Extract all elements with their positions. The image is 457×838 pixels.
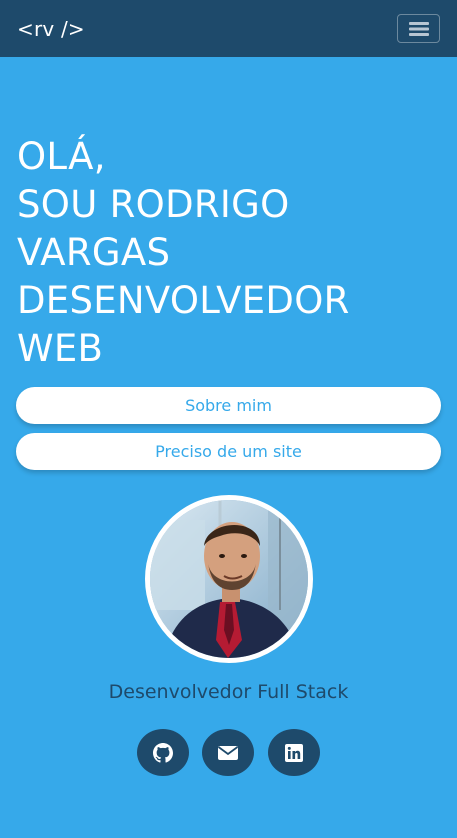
hero-line-surname: VARGAS xyxy=(17,231,171,274)
hero-line-name: SOU RODRIGO xyxy=(17,183,290,226)
navbar-toggler-button[interactable] xyxy=(397,14,440,43)
hamburger-menu-icon xyxy=(408,21,429,36)
github-link-button[interactable] xyxy=(137,729,189,776)
profile-photo xyxy=(150,500,308,658)
hero-line-role: DESENVOLVEDOR xyxy=(17,279,350,322)
github-icon xyxy=(153,742,173,763)
navbar: <rv /> xyxy=(0,0,457,57)
linkedin-link-button[interactable] xyxy=(268,729,320,776)
profile-subtitle: Desenvolvedor Full Stack xyxy=(108,681,349,703)
hero-heading: OLÁ, SOU RODRIGO VARGAS DESENVOLVEDOR WE… xyxy=(17,133,447,373)
linkedin-icon xyxy=(285,743,303,762)
email-link-button[interactable] xyxy=(202,729,254,776)
need-site-button[interactable]: Preciso de um site xyxy=(16,433,441,470)
hero-line-web: WEB xyxy=(17,327,104,370)
brand-logo[interactable]: <rv /> xyxy=(17,17,85,41)
about-me-button[interactable]: Sobre mim xyxy=(16,387,441,424)
hero-line-greeting: OLÁ, xyxy=(17,135,106,178)
envelope-icon xyxy=(218,745,238,760)
avatar xyxy=(145,495,313,663)
